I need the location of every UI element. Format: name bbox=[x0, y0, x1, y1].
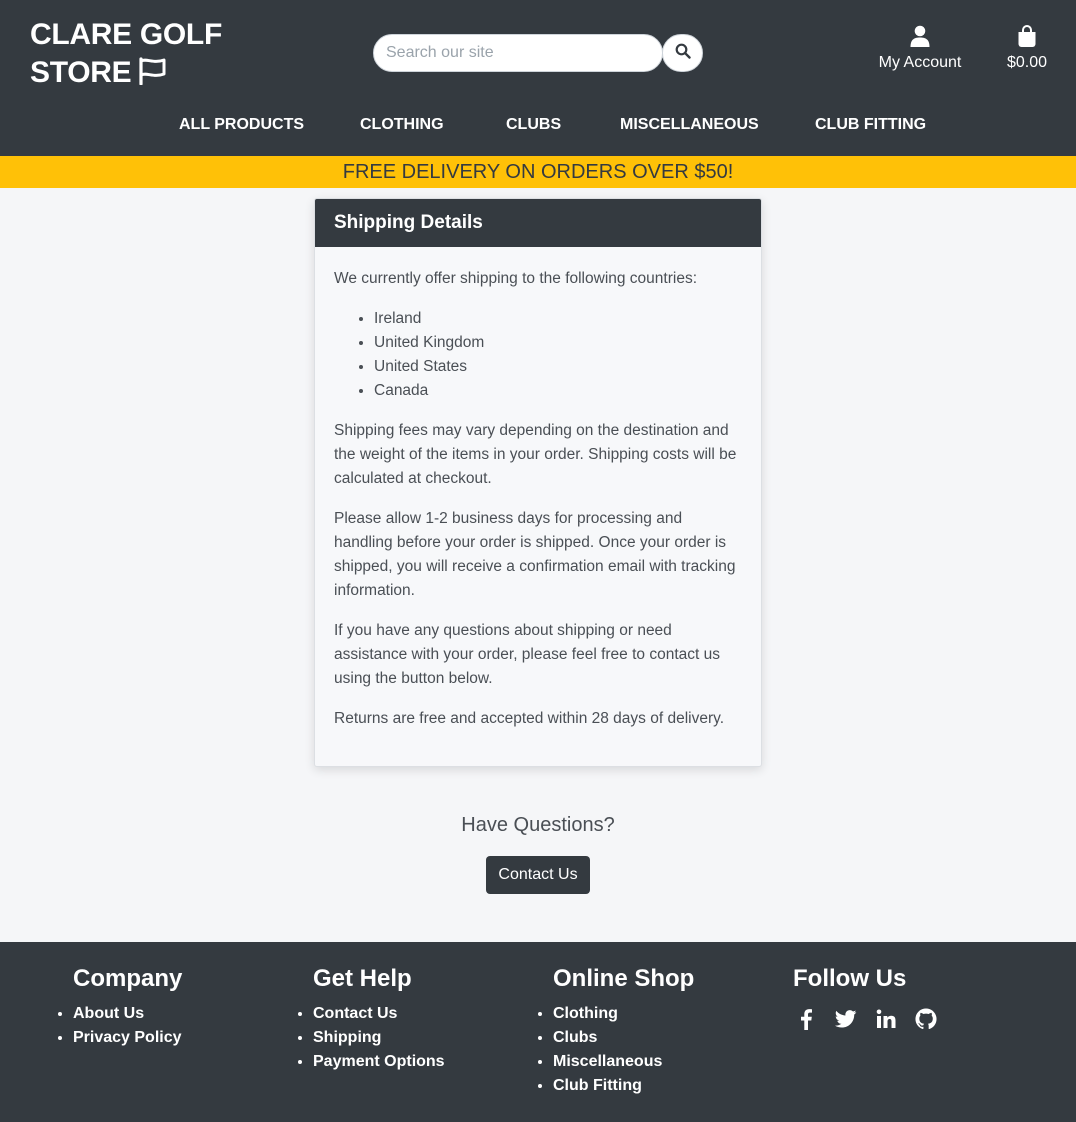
list-item: United States bbox=[374, 355, 742, 379]
nav-item-clothing[interactable]: CLOTHING bbox=[360, 116, 444, 134]
footer-link-miscellaneous[interactable]: Miscellaneous bbox=[553, 1050, 694, 1074]
search-icon bbox=[675, 43, 691, 64]
country-list: Ireland United Kingdom United States Can… bbox=[374, 307, 742, 403]
shipping-fees-paragraph: Shipping fees may vary depending on the … bbox=[334, 422, 737, 487]
list-item: United Kingdom bbox=[374, 331, 742, 355]
footer-heading: Follow Us bbox=[793, 965, 907, 992]
social-links bbox=[793, 1006, 939, 1032]
my-account-label: My Account bbox=[878, 54, 962, 71]
footer-follow-us: Follow Us bbox=[793, 964, 939, 1032]
shipping-details-card: Shipping Details We currently offer ship… bbox=[314, 198, 762, 767]
main-nav: ALL PRODUCTS CLOTHING CLUBS MISCELLANEOU… bbox=[0, 116, 1076, 140]
footer-link-clothing[interactable]: Clothing bbox=[553, 1002, 694, 1026]
search-input[interactable] bbox=[373, 34, 663, 72]
logo-line-2: STORE bbox=[30, 56, 132, 89]
site-logo[interactable]: CLARE GOLF STORE bbox=[30, 16, 222, 95]
footer-link-shipping[interactable]: Shipping bbox=[313, 1026, 445, 1050]
contact-us-button[interactable]: Contact Us bbox=[486, 856, 590, 894]
cart-total: $0.00 bbox=[1006, 54, 1048, 71]
facebook-icon[interactable] bbox=[793, 1006, 819, 1032]
nav-item-all-products[interactable]: ALL PRODUCTS bbox=[179, 116, 304, 134]
twitter-icon[interactable] bbox=[833, 1006, 859, 1032]
shopping-bag-icon bbox=[1017, 25, 1037, 52]
footer-link-club-fitting[interactable]: Club Fitting bbox=[553, 1074, 694, 1098]
have-questions-heading: Have Questions? bbox=[461, 814, 615, 836]
card-title: Shipping Details bbox=[315, 199, 761, 247]
linkedin-icon[interactable] bbox=[873, 1006, 899, 1032]
list-item: Ireland bbox=[374, 307, 742, 331]
nav-item-club-fitting[interactable]: CLUB FITTING bbox=[815, 116, 926, 134]
cart-link[interactable]: $0.00 bbox=[998, 25, 1056, 72]
processing-paragraph: Please allow 1-2 business days for proce… bbox=[334, 510, 736, 599]
list-item: Canada bbox=[374, 379, 742, 403]
my-account-link[interactable]: My Account bbox=[872, 25, 968, 72]
nav-item-miscellaneous[interactable]: MISCELLANEOUS bbox=[620, 116, 759, 134]
shipping-intro: We currently offer shipping to the follo… bbox=[334, 270, 698, 287]
flag-icon bbox=[137, 57, 167, 95]
nav-item-clubs[interactable]: CLUBS bbox=[506, 116, 561, 134]
footer-link-about-us[interactable]: About Us bbox=[73, 1002, 182, 1026]
footer-link-contact-us[interactable]: Contact Us bbox=[313, 1002, 445, 1026]
free-delivery-banner: FREE DELIVERY ON ORDERS OVER $50! bbox=[0, 156, 1076, 188]
site-header: CLARE GOLF STORE My Account $0.00 ALL PR… bbox=[0, 0, 1076, 156]
footer-heading: Company bbox=[73, 965, 183, 992]
search-button[interactable] bbox=[662, 34, 703, 72]
user-icon bbox=[910, 25, 930, 52]
footer-link-payment-options[interactable]: Payment Options bbox=[313, 1050, 445, 1074]
card-body: We currently offer shipping to the follo… bbox=[315, 247, 761, 766]
returns-paragraph: Returns are free and accepted within 28 … bbox=[334, 710, 725, 727]
footer-link-clubs[interactable]: Clubs bbox=[553, 1026, 694, 1050]
footer-online-shop: Online Shop Clothing Clubs Miscellaneous… bbox=[553, 964, 694, 1098]
questions-paragraph: If you have any questions about shipping… bbox=[334, 622, 720, 687]
logo-line-1: CLARE GOLF bbox=[30, 18, 222, 51]
footer-heading: Online Shop bbox=[553, 965, 695, 992]
footer-link-privacy-policy[interactable]: Privacy Policy bbox=[73, 1026, 182, 1050]
footer-heading: Get Help bbox=[313, 965, 412, 992]
github-icon[interactable] bbox=[913, 1006, 939, 1032]
footer-company: Company About Us Privacy Policy bbox=[73, 964, 182, 1050]
site-footer: Company About Us Privacy Policy Get Help… bbox=[0, 942, 1076, 1122]
footer-get-help: Get Help Contact Us Shipping Payment Opt… bbox=[313, 964, 445, 1074]
